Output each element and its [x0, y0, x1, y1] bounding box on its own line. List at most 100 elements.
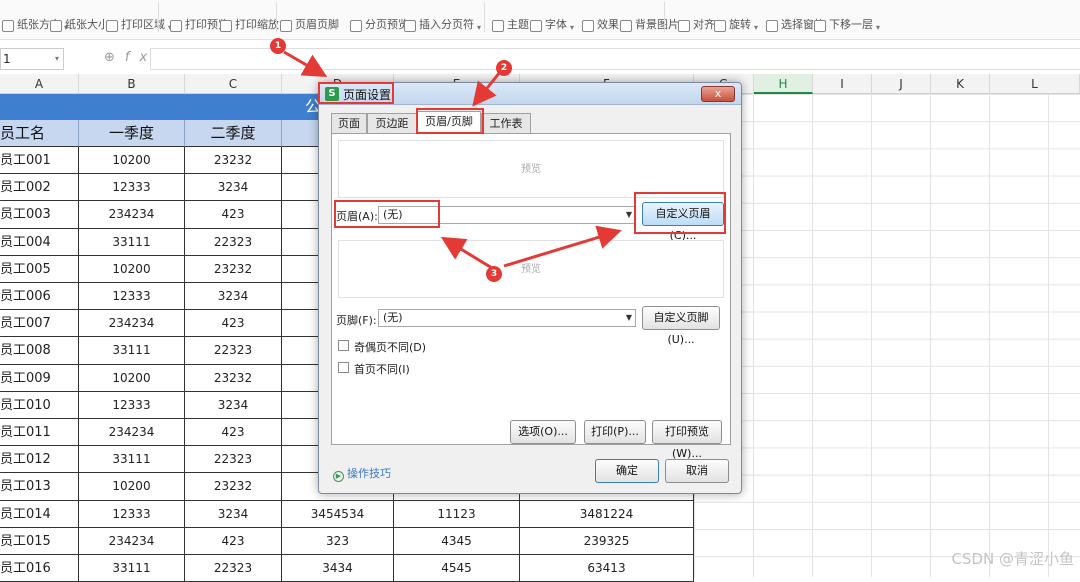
- cell-q1[interactable]: 10200: [79, 364, 185, 391]
- cell-name[interactable]: 员工014: [0, 500, 79, 527]
- ribbon-button-13[interactable]: 旋转 ▾: [714, 0, 758, 32]
- cell-q4[interactable]: 4345: [394, 527, 520, 554]
- empty-grid[interactable]: [694, 94, 1080, 577]
- cell-name[interactable]: 员工005: [0, 255, 79, 282]
- cell-q2[interactable]: 23232: [185, 364, 282, 391]
- cell-q2[interactable]: 3234: [185, 174, 282, 201]
- cell-q2[interactable]: 423: [185, 527, 282, 554]
- header-q2[interactable]: 二季度: [185, 120, 282, 147]
- cell-q1[interactable]: 234234: [79, 527, 185, 554]
- cell-name[interactable]: 员工010: [0, 391, 79, 418]
- odd-even-label[interactable]: 奇偶页不同(D): [354, 339, 426, 355]
- cell-total[interactable]: 239325: [520, 527, 694, 554]
- cell-q2[interactable]: 3234: [185, 391, 282, 418]
- cell-q2[interactable]: 22323: [185, 337, 282, 364]
- header-q1[interactable]: 一季度: [79, 120, 185, 147]
- ribbon-button-11[interactable]: 背景图片: [620, 0, 679, 32]
- column-header-h[interactable]: H: [754, 74, 813, 94]
- cell-q1[interactable]: 10200: [79, 473, 185, 500]
- cell-name[interactable]: 员工003: [0, 201, 79, 228]
- cell-q1[interactable]: 10200: [79, 255, 185, 282]
- cell-name[interactable]: 员工015: [0, 527, 79, 554]
- cell-q1[interactable]: 12333: [79, 500, 185, 527]
- cell-q1[interactable]: 234234: [79, 201, 185, 228]
- cell-q2[interactable]: 22323: [185, 555, 282, 582]
- cell-q1[interactable]: 33111: [79, 228, 185, 255]
- cell-q2[interactable]: 423: [185, 310, 282, 337]
- cell-q2[interactable]: 3234: [185, 283, 282, 310]
- tab-worksheet[interactable]: 工作表: [481, 113, 531, 133]
- tips-link[interactable]: ▶ 操作技巧: [333, 465, 391, 482]
- cell-name[interactable]: 员工016: [0, 555, 79, 582]
- footer-select[interactable]: (无) ▼: [378, 309, 636, 327]
- cell-q2[interactable]: 23232: [185, 255, 282, 282]
- print-button[interactable]: 打印(P)...: [584, 420, 646, 444]
- formula-input[interactable]: [150, 48, 1080, 70]
- column-header-i[interactable]: I: [813, 74, 872, 94]
- column-header-k[interactable]: K: [931, 74, 990, 94]
- first-page-checkbox[interactable]: [338, 362, 349, 373]
- cell-q2[interactable]: 23232: [185, 147, 282, 174]
- ribbon-button-5[interactable]: 页眉页脚: [280, 0, 339, 32]
- column-header-c[interactable]: C: [185, 74, 282, 94]
- cell-name[interactable]: 员工007: [0, 310, 79, 337]
- tab-margins[interactable]: 页边距: [367, 113, 417, 133]
- ribbon-button-7[interactable]: 插入分页符 ▾: [404, 0, 481, 32]
- options-button[interactable]: 选项(O)...: [510, 420, 576, 444]
- cell-q3[interactable]: 3434: [282, 555, 394, 582]
- cell-q1[interactable]: 234234: [79, 310, 185, 337]
- cell-q3[interactable]: 3454534: [282, 500, 394, 527]
- column-header-j[interactable]: J: [872, 74, 931, 94]
- cell-name[interactable]: 员工012: [0, 446, 79, 473]
- name-box[interactable]: 1 ▾: [0, 48, 64, 70]
- cell-q4[interactable]: 4545: [394, 555, 520, 582]
- first-page-label[interactable]: 首页不同(I): [354, 361, 410, 377]
- column-header-a[interactable]: A: [0, 74, 79, 94]
- cell-name[interactable]: 员工006: [0, 283, 79, 310]
- header-name[interactable]: 员工名: [0, 120, 79, 147]
- chevron-down-icon[interactable]: ▼: [626, 207, 632, 223]
- cell-q4[interactable]: 11123: [394, 500, 520, 527]
- cell-q2[interactable]: 423: [185, 419, 282, 446]
- close-button[interactable]: x: [701, 86, 735, 102]
- ribbon-button-15[interactable]: 下移一层 ▾: [814, 0, 880, 32]
- ribbon-button-label: 分页预览: [365, 18, 409, 31]
- cell-total[interactable]: 63413: [520, 555, 694, 582]
- cell-name[interactable]: 员工004: [0, 228, 79, 255]
- cell-q2[interactable]: 23232: [185, 473, 282, 500]
- cell-q1[interactable]: 33111: [79, 337, 185, 364]
- chevron-down-icon[interactable]: ▼: [626, 310, 632, 326]
- cell-q1[interactable]: 12333: [79, 391, 185, 418]
- cell-name[interactable]: 员工009: [0, 364, 79, 391]
- column-header-l[interactable]: L: [990, 74, 1080, 94]
- odd-even-checkbox[interactable]: [338, 340, 349, 351]
- ribbon-button-2[interactable]: 打印区域▾: [106, 0, 172, 32]
- cell-name[interactable]: 员工008: [0, 337, 79, 364]
- cell-name[interactable]: 员工001: [0, 147, 79, 174]
- custom-footer-button[interactable]: 自定义页脚(U)...: [642, 306, 720, 346]
- zoom-icon[interactable]: ⊕: [104, 50, 125, 65]
- cell-q3[interactable]: 323: [282, 527, 394, 554]
- cell-q1[interactable]: 33111: [79, 555, 185, 582]
- cell-name[interactable]: 员工002: [0, 174, 79, 201]
- cell-name[interactable]: 员工011: [0, 419, 79, 446]
- cell-q1[interactable]: 234234: [79, 419, 185, 446]
- cell-q1[interactable]: 33111: [79, 446, 185, 473]
- ok-button[interactable]: 确定: [595, 459, 659, 483]
- cell-q2[interactable]: 3234: [185, 500, 282, 527]
- cell-total[interactable]: 3481224: [520, 500, 694, 527]
- column-header-b[interactable]: B: [79, 74, 185, 94]
- ribbon-button-9[interactable]: 字体 ▾: [530, 0, 574, 32]
- cell-name[interactable]: 员工013: [0, 473, 79, 500]
- chevron-down-icon[interactable]: ▾: [55, 49, 59, 69]
- cell-q1[interactable]: 12333: [79, 174, 185, 201]
- print-preview-button[interactable]: 打印预览(W)...: [652, 420, 722, 460]
- cell-q2[interactable]: 22323: [185, 446, 282, 473]
- cancel-button[interactable]: 取消: [665, 459, 729, 483]
- cell-q2[interactable]: 22323: [185, 228, 282, 255]
- cell-q1[interactable]: 12333: [79, 283, 185, 310]
- cell-q1[interactable]: 10200: [79, 147, 185, 174]
- ribbon-button-6[interactable]: 分页预览: [350, 0, 409, 32]
- tab-page[interactable]: 页面: [331, 113, 367, 133]
- cell-q2[interactable]: 423: [185, 201, 282, 228]
